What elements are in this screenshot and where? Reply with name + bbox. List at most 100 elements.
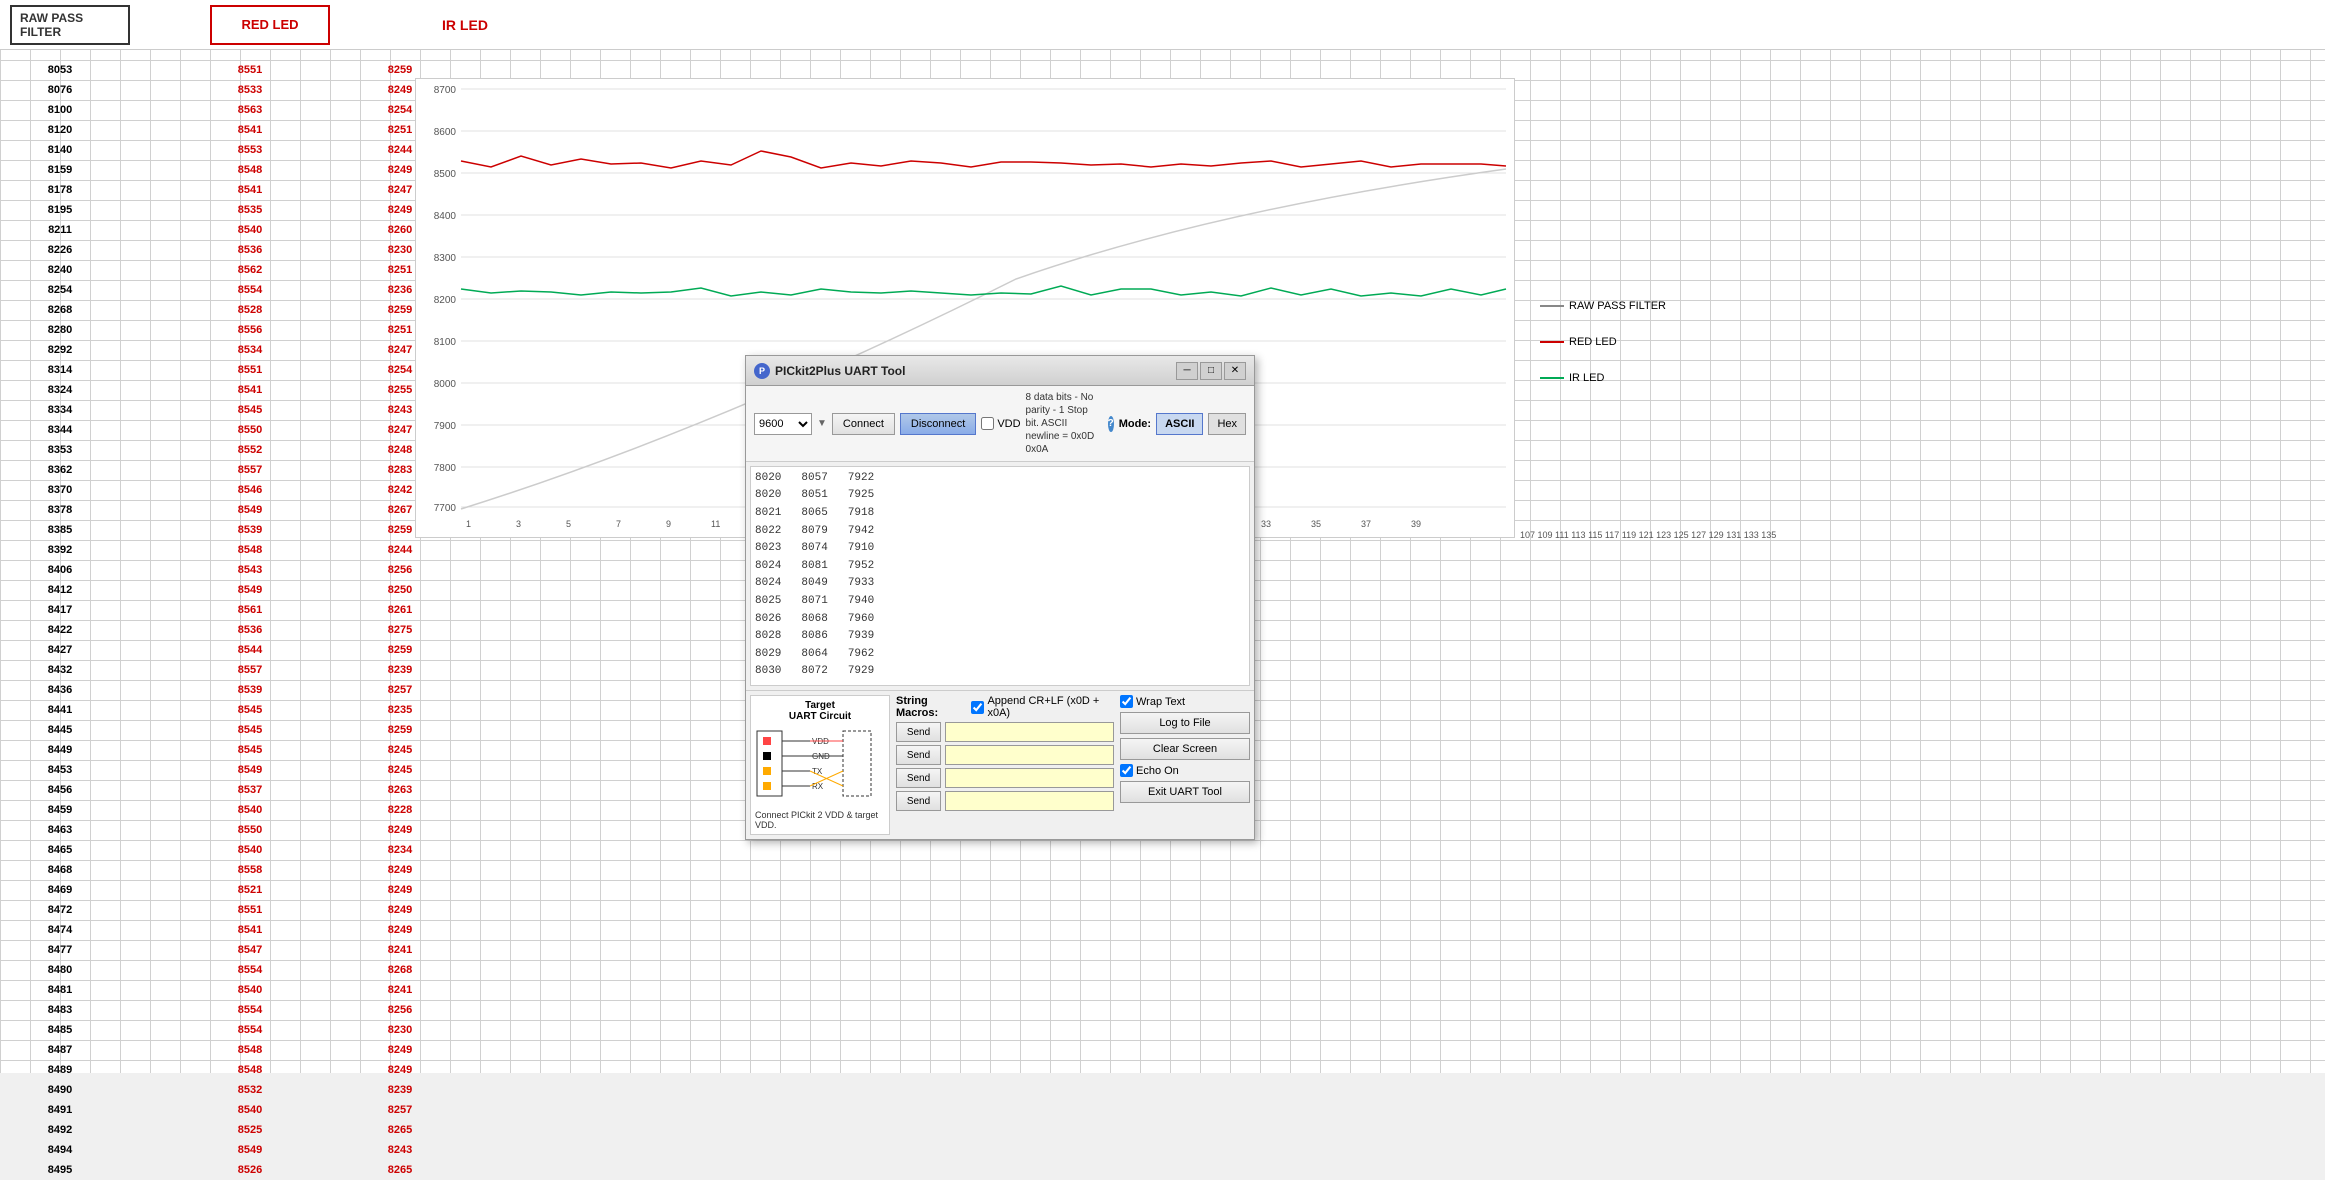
red-data-cell: 8536 bbox=[200, 240, 300, 260]
svg-text:1: 1 bbox=[466, 519, 471, 529]
red-data-cell: 8537 bbox=[200, 780, 300, 800]
red-data-cell: 8554 bbox=[200, 280, 300, 300]
raw-data-cell: 8491 bbox=[10, 1100, 110, 1120]
raw-data-cell: 8468 bbox=[10, 860, 110, 880]
clear-screen-button[interactable]: Clear Screen bbox=[1120, 738, 1250, 760]
wrap-text-checkbox[interactable] bbox=[1120, 695, 1133, 708]
raw-data-cell: 8490 bbox=[10, 1080, 110, 1100]
red-data-cell: 8540 bbox=[200, 980, 300, 1000]
ir-data-cell: 8249 bbox=[350, 900, 450, 920]
raw-data-cell: 8120 bbox=[10, 120, 110, 140]
svg-text:8400: 8400 bbox=[434, 211, 457, 222]
red-data-cell: 8541 bbox=[200, 180, 300, 200]
svg-text:7700: 7700 bbox=[434, 503, 457, 514]
hex-mode-button[interactable]: Hex bbox=[1208, 413, 1246, 435]
red-data-cell: 8546 bbox=[200, 480, 300, 500]
red-data-cell: 8556 bbox=[200, 320, 300, 340]
red-data-cell: 8551 bbox=[200, 360, 300, 380]
uart-data-row: 802680687960 bbox=[755, 611, 1245, 629]
window-controls: ─ □ ✕ bbox=[1176, 362, 1246, 380]
minimize-button[interactable]: ─ bbox=[1176, 362, 1198, 380]
raw-data-cell: 8481 bbox=[10, 980, 110, 1000]
raw-data-cell: 8353 bbox=[10, 440, 110, 460]
red-data-cell: 8554 bbox=[200, 1000, 300, 1020]
red-data-cell: 8540 bbox=[200, 1100, 300, 1120]
ir-data-cell: 8249 bbox=[350, 1040, 450, 1060]
legend-ir: IR LED bbox=[1540, 372, 1666, 384]
send-button-2[interactable]: Send bbox=[896, 745, 941, 765]
raw-data-cell: 8280 bbox=[10, 320, 110, 340]
macro-input-2[interactable] bbox=[945, 745, 1114, 765]
log-to-file-button[interactable]: Log to File bbox=[1120, 712, 1250, 734]
vdd-checkbox-group[interactable]: VDD bbox=[981, 417, 1020, 430]
red-data-cell: 8557 bbox=[200, 660, 300, 680]
disconnect-button[interactable]: Disconnect bbox=[900, 413, 976, 435]
raw-data-cell: 8268 bbox=[10, 300, 110, 320]
uart-data-row: 803080727929 bbox=[755, 663, 1245, 681]
send-button-3[interactable]: Send bbox=[896, 768, 941, 788]
uart-dialog: P PICkit2Plus UART Tool ─ □ ✕ 9600 19200… bbox=[745, 355, 1255, 840]
ir-data-cell: 8257 bbox=[350, 680, 450, 700]
exit-uart-button[interactable]: Exit UART Tool bbox=[1120, 781, 1250, 803]
ir-data-cell: 8259 bbox=[350, 720, 450, 740]
red-data-cell: 8551 bbox=[200, 60, 300, 80]
red-data-cell: 8547 bbox=[200, 940, 300, 960]
raw-data-cell: 8456 bbox=[10, 780, 110, 800]
connect-button[interactable]: Connect bbox=[832, 413, 895, 435]
red-data-cell: 8540 bbox=[200, 220, 300, 240]
red-data-cell: 8558 bbox=[200, 860, 300, 880]
echo-on-checkbox[interactable] bbox=[1120, 764, 1133, 777]
ir-data-cell: 8239 bbox=[350, 1080, 450, 1100]
red-data-cell: 8539 bbox=[200, 680, 300, 700]
svg-text:5: 5 bbox=[566, 519, 571, 529]
macro-input-3[interactable] bbox=[945, 768, 1114, 788]
ir-data-cell: 8241 bbox=[350, 980, 450, 1000]
red-data-cell: 8549 bbox=[200, 760, 300, 780]
string-macros-label: String Macros: bbox=[896, 695, 967, 719]
svg-text:33: 33 bbox=[1261, 519, 1271, 529]
red-data-cell: 8557 bbox=[200, 460, 300, 480]
help-icon[interactable]: ? bbox=[1108, 416, 1114, 432]
baud-rate-select[interactable]: 9600 19200 38400 115200 bbox=[754, 413, 812, 435]
macro-input-4[interactable] bbox=[945, 791, 1114, 811]
append-label: Append CR+LF (x0D + x0A) bbox=[987, 695, 1114, 719]
raw-data-cell: 8432 bbox=[10, 660, 110, 680]
raw-data-cell: 8441 bbox=[10, 700, 110, 720]
ir-data-cell: 8241 bbox=[350, 940, 450, 960]
ir-data-cell: 8257 bbox=[350, 1100, 450, 1120]
red-data-cell: 8549 bbox=[200, 580, 300, 600]
send-button-1[interactable]: Send bbox=[896, 722, 941, 742]
ir-data-cell: 8249 bbox=[350, 920, 450, 940]
ascii-mode-button[interactable]: ASCII bbox=[1156, 413, 1203, 435]
uart-data-area[interactable]: 8021807879188020803479128020805179148020… bbox=[750, 466, 1250, 686]
red-data-cell: 8525 bbox=[200, 1120, 300, 1140]
send-button-4[interactable]: Send bbox=[896, 791, 941, 811]
vdd-checkbox[interactable] bbox=[981, 417, 994, 430]
raw-data-cell: 8178 bbox=[10, 180, 110, 200]
wrap-text-checkbox-group[interactable]: Wrap Text bbox=[1120, 695, 1250, 708]
echo-on-label: Echo On bbox=[1136, 765, 1179, 777]
raw-data-cell: 8436 bbox=[10, 680, 110, 700]
ir-data-cell: 8268 bbox=[350, 960, 450, 980]
append-checkbox-group[interactable]: Append CR+LF (x0D + x0A) bbox=[971, 695, 1114, 719]
raw-data-cell: 8463 bbox=[10, 820, 110, 840]
svg-text:8700: 8700 bbox=[434, 85, 457, 96]
maximize-button[interactable]: □ bbox=[1200, 362, 1222, 380]
macro-input-1[interactable] bbox=[945, 722, 1114, 742]
red-data-cell: 8550 bbox=[200, 420, 300, 440]
legend-raw-label: RAW PASS FILTER bbox=[1569, 300, 1666, 312]
raw-data-cell: 8378 bbox=[10, 500, 110, 520]
red-data-cell: 8539 bbox=[200, 520, 300, 540]
uart-macros: String Macros: Append CR+LF (x0D + x0A) … bbox=[896, 695, 1114, 835]
header-row: RAW PASS FILTER RED LED IR LED bbox=[0, 0, 2325, 50]
close-button[interactable]: ✕ bbox=[1224, 362, 1246, 380]
raw-data-cell: 8195 bbox=[10, 200, 110, 220]
uart-circuit-diagram: TargetUART Circuit VDD GND TX RX bbox=[750, 695, 890, 835]
echo-on-checkbox-group[interactable]: Echo On bbox=[1120, 764, 1250, 777]
append-checkbox[interactable] bbox=[971, 701, 984, 714]
raw-data-cell: 8474 bbox=[10, 920, 110, 940]
raw-data-cell: 8459 bbox=[10, 800, 110, 820]
uart-info-text: 8 data bits - No parity - 1 Stop bit. AS… bbox=[1026, 391, 1103, 456]
macro-row-3: Send bbox=[896, 768, 1114, 788]
svg-text:8000: 8000 bbox=[434, 379, 457, 390]
